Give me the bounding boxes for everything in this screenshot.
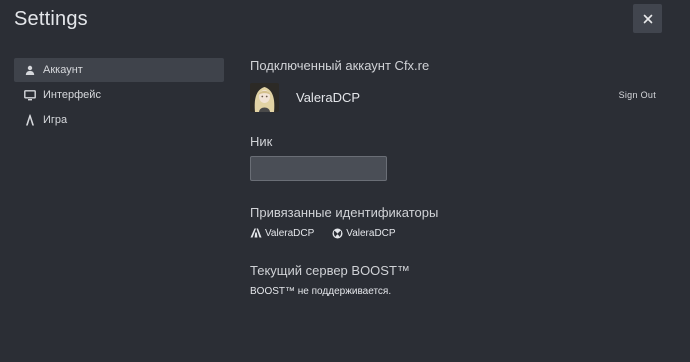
account-row: ValeraDCP Sign Out [250,82,660,112]
sidebar-item-label: Интерфейс [43,89,101,101]
nickname-input[interactable] [250,156,387,181]
identifier-cfx: ValeraDCP [250,227,314,239]
sidebar-item-game[interactable]: Игра [14,108,224,132]
page-title: Settings [14,8,88,30]
cfx-icon [250,227,262,239]
sidebar-item-interface[interactable]: Интерфейс [14,83,224,107]
sidebar: Аккаунт Интерфейс Игра [14,58,224,133]
linked-identifiers-list: ValeraDCP ValeraDCP [250,227,413,239]
avatar [250,82,279,112]
nickname-label: Ник [250,134,273,149]
identifier-name: ValeraDCP [346,227,396,239]
linked-identifiers-heading: Привязанные идентификаторы [250,205,439,220]
close-button[interactable] [633,4,662,33]
game-lambda-icon [23,114,36,126]
account-username: ValeraDCP [296,89,361,105]
sidebar-item-label: Аккаунт [43,64,83,76]
sidebar-item-label: Игра [43,114,68,126]
account-panel: Подключенный аккаунт Cfx.re ValeraDCP Si… [250,58,660,297]
close-icon [643,14,653,24]
identifier-xbox: ValeraDCP [331,227,396,239]
boost-status-text: BOOST™ не поддерживается. [250,286,392,297]
sidebar-item-account[interactable]: Аккаунт [14,58,224,82]
xbox-icon [331,227,343,239]
boost-server-heading: Текущий сервер BOOST™ [250,263,410,278]
settings-window: Settings Аккаунт Интерфейс Игра Подключе… [0,0,690,362]
connected-account-heading: Подключенный аккаунт Cfx.re [250,58,430,73]
sign-out-button[interactable]: Sign Out [619,90,656,100]
user-icon [23,64,36,76]
identifier-name: ValeraDCP [265,227,315,239]
monitor-icon [23,89,36,101]
